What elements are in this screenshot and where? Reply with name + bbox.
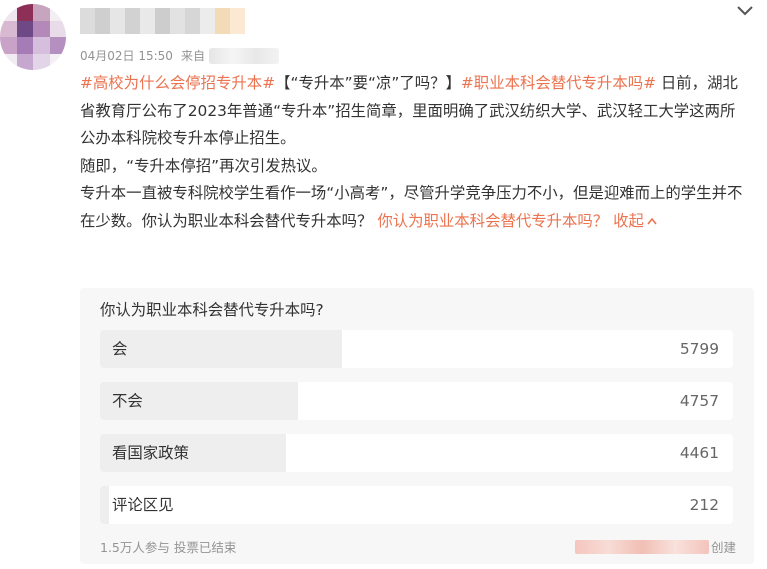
hashtag-link[interactable]: #高校为什么会停招专升本# [80,74,275,92]
poll-card: 你认为职业本科会替代专升本吗? 会 5799 不会 4757 看国家政策 446… [80,288,754,564]
poll-option-label: 不会 [112,392,143,410]
poll-option-label: 看国家政策 [112,444,189,462]
poll-option-count: 4461 [679,444,719,462]
post-meta: 04月02日 15:50 来自 [80,47,279,64]
post-timestamp[interactable]: 04月02日 15:50 [80,47,173,64]
collapse-label: 收起 [613,211,644,230]
poll-option-label: 评论区见 [112,496,174,514]
avatar[interactable] [0,4,66,70]
poll-option-4[interactable]: 评论区见 212 [100,486,733,524]
poll-option-fill [100,330,342,368]
post-paragraph: 随即，“专升本停招”再次引发热议。 [80,153,745,181]
collapse-button[interactable]: 收起 [608,212,657,230]
poll-option-count: 5799 [679,340,719,358]
username-redacted[interactable] [80,8,245,34]
poll-option-1[interactable]: 会 5799 [100,330,733,368]
post-paragraph: #高校为什么会停招专升本#【“专升本”要“凉”了吗？】#职业本科会替代专升本吗#… [80,70,745,153]
poll-question: 你认为职业本科会替代专升本吗? [100,301,324,319]
chevron-down-icon[interactable] [735,4,755,18]
post-text: 【“专升本”要“凉”了吗？】 [275,74,461,92]
poll-option-count: 212 [689,496,719,514]
post-content: #高校为什么会停招专升本#【“专升本”要“凉”了吗？】#职业本科会替代专升本吗#… [80,70,745,235]
poll-option-2[interactable]: 不会 4757 [100,382,733,420]
post-text: 随即，“专升本停招”再次引发热议。 [80,156,327,175]
poll-option-count: 4757 [679,392,719,410]
hashtag-link[interactable]: #职业本科会替代专升本吗# [461,74,656,92]
poll-footer: 1.5万人参与 投票已结束 [100,540,237,555]
poll-option-3[interactable]: 看国家政策 4461 [100,434,733,472]
chevron-up-icon [647,217,657,224]
hashtag-link[interactable]: 你认为职业本科会替代专升本吗？ [377,212,608,230]
poll-creator: 创建 [574,537,736,556]
post-paragraph: 专升本一直被专科院校学生看作一场“小高考”，尽管升学竞争压力不小，但是迎难而上的… [80,180,745,235]
source-prefix: 来自 [180,49,205,63]
creator-redacted[interactable] [574,539,709,554]
poll-option-fill [100,486,109,524]
source-redacted [208,47,279,64]
creator-suffix: 创建 [710,540,736,555]
poll-option-label: 会 [112,340,128,358]
